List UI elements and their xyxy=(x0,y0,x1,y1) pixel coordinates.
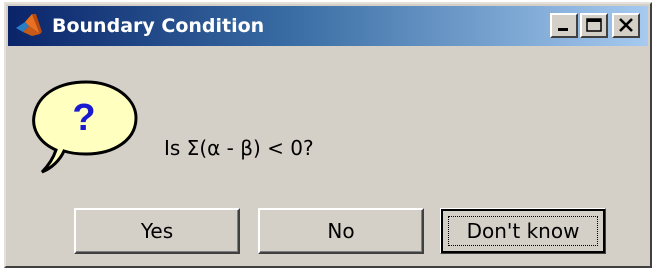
dont-know-button[interactable]: Don't know xyxy=(440,208,606,254)
question-mark: ? xyxy=(72,97,95,139)
window-title: Boundary Condition xyxy=(52,15,265,37)
close-button[interactable] xyxy=(612,13,640,38)
dont-know-button-label: Don't know xyxy=(466,219,580,243)
dialog-window: Boundary Condition ? Is Σ(α - β) < 0? Ye… xyxy=(4,2,652,268)
no-button-label: No xyxy=(327,219,355,243)
question-balloon-icon: ? xyxy=(30,78,140,174)
matlab-logo-icon xyxy=(14,12,44,40)
title-bar[interactable]: Boundary Condition xyxy=(8,6,648,46)
yes-button[interactable]: Yes xyxy=(74,208,240,254)
yes-button-label: Yes xyxy=(140,219,174,243)
no-button[interactable]: No xyxy=(258,208,424,254)
dialog-message: Is Σ(α - β) < 0? xyxy=(164,136,314,160)
maximize-button[interactable] xyxy=(580,13,608,38)
minimize-button[interactable] xyxy=(550,13,578,38)
